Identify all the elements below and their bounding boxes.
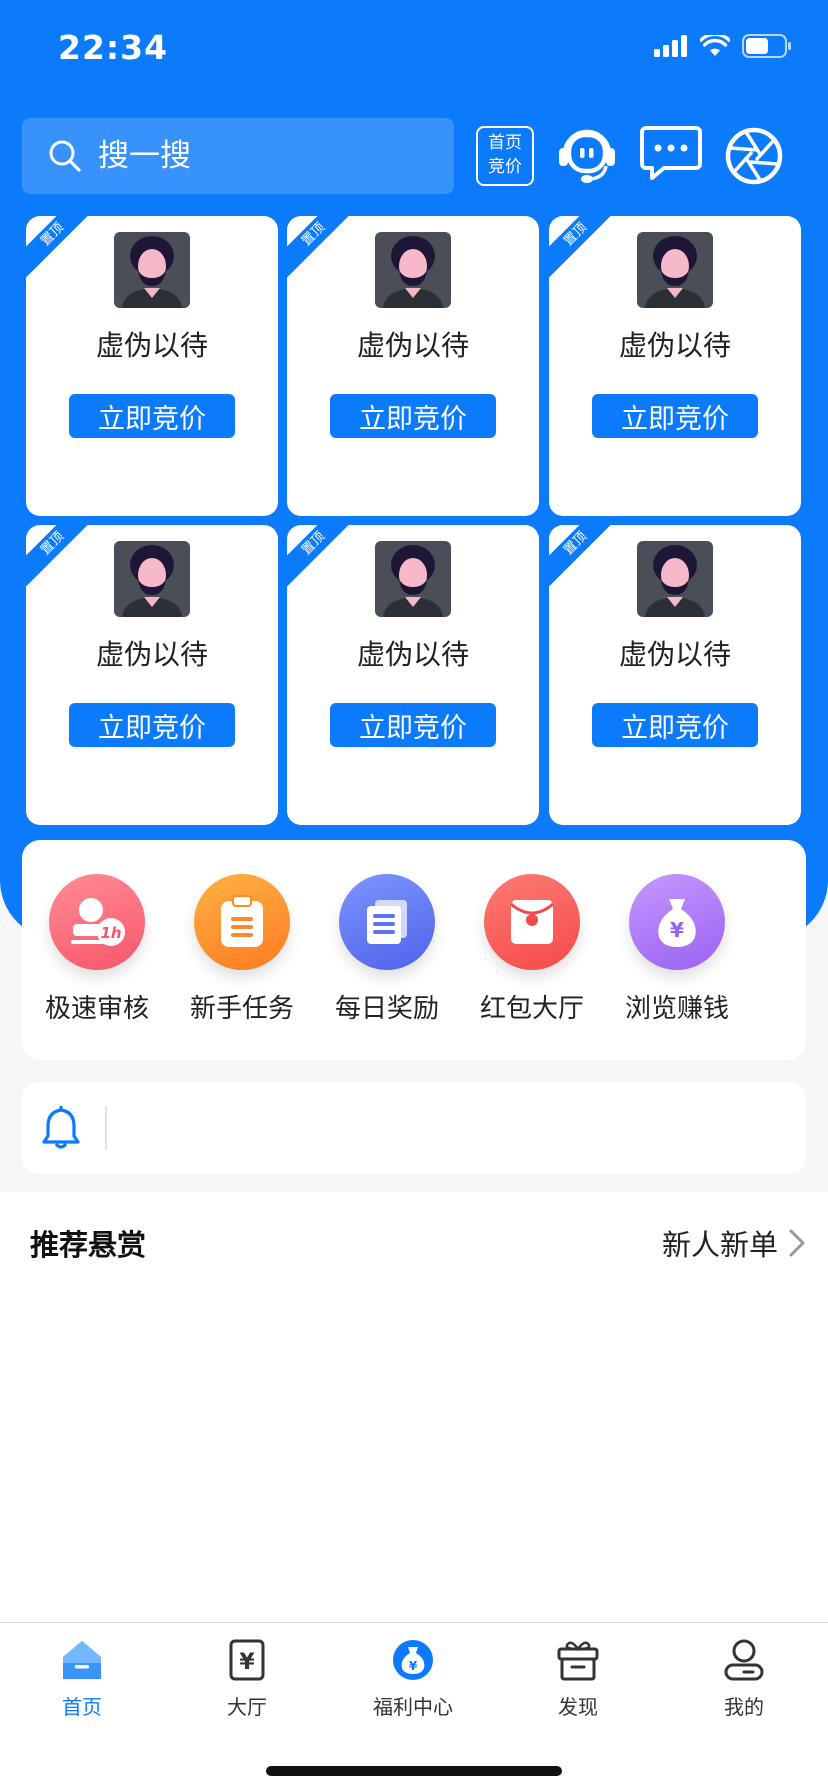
search-icon bbox=[49, 140, 81, 172]
battery-icon bbox=[742, 34, 791, 58]
user-icon bbox=[724, 1639, 764, 1681]
status-time: 22:34 bbox=[58, 28, 169, 67]
avatar bbox=[114, 232, 190, 308]
card-username: 虚伪以待 bbox=[95, 638, 208, 671]
new-user-orders-link[interactable]: 新人新单 bbox=[662, 1222, 806, 1264]
bid-card[interactable]: 置顶 虚伪以待 立即竞价 bbox=[26, 216, 278, 516]
card-username: 虚伪以待 bbox=[356, 638, 469, 671]
card-username: 虚伪以待 bbox=[618, 638, 731, 671]
svg-text:¥: ¥ bbox=[670, 918, 684, 942]
notice-divider bbox=[105, 1106, 107, 1150]
bid-now-button[interactable]: 立即竞价 bbox=[330, 394, 496, 438]
bid-badge-line2: 竞价 bbox=[488, 157, 522, 177]
reward-section: 推荐悬赏 新人新单 bbox=[0, 1192, 828, 1622]
bid-now-button[interactable]: 立即竞价 bbox=[592, 703, 758, 747]
svg-text:¥: ¥ bbox=[409, 1659, 418, 1673]
pinned-ribbon: 置顶 bbox=[26, 216, 100, 282]
notice-bar[interactable] bbox=[22, 1082, 806, 1174]
clipboard-icon bbox=[194, 874, 290, 970]
home-indicator bbox=[266, 1766, 562, 1776]
quick-item-label: 新手任务 bbox=[189, 994, 294, 1024]
search-input[interactable] bbox=[98, 138, 428, 174]
card-username: 虚伪以待 bbox=[618, 329, 731, 362]
yuan-tablet-icon: ¥ bbox=[229, 1639, 265, 1681]
tab-home[interactable]: 首页 bbox=[22, 1637, 142, 1720]
avatar bbox=[637, 541, 713, 617]
tab-label: 大厅 bbox=[227, 1695, 267, 1719]
tab-welfare-center[interactable]: ¥ 福利中心 bbox=[353, 1637, 473, 1720]
wifi-icon bbox=[700, 35, 730, 56]
quick-item-label: 浏览赚钱 bbox=[624, 994, 729, 1024]
bid-card[interactable]: 置顶 虚伪以待 立即竞价 bbox=[549, 525, 801, 825]
customer-service-icon[interactable] bbox=[556, 122, 618, 186]
bid-card[interactable]: 置顶 虚伪以待 立即竞价 bbox=[287, 216, 539, 516]
quick-item-label: 极速审核 bbox=[44, 994, 149, 1024]
svg-text:1h: 1h bbox=[100, 924, 121, 942]
pinned-ribbon: 置顶 bbox=[549, 525, 623, 591]
documents-icon bbox=[339, 874, 435, 970]
tab-label: 我的 bbox=[724, 1695, 764, 1719]
pinned-ribbon: 置顶 bbox=[287, 525, 361, 591]
quick-item-daily-reward[interactable]: 每日奖励 bbox=[312, 874, 462, 1025]
card-username: 虚伪以待 bbox=[356, 329, 469, 362]
tab-label: 首页 bbox=[62, 1695, 102, 1719]
search-bar[interactable] bbox=[22, 118, 454, 194]
bid-now-button[interactable]: 立即竞价 bbox=[69, 703, 235, 747]
pinned-ribbon: 置顶 bbox=[26, 525, 100, 591]
bid-card[interactable]: 置顶 虚伪以待 立即竞价 bbox=[549, 216, 801, 516]
tab-label: 发现 bbox=[558, 1695, 598, 1719]
quick-item-fast-review[interactable]: 1h 极速审核 bbox=[22, 874, 172, 1025]
avatar bbox=[637, 232, 713, 308]
status-icons bbox=[654, 34, 792, 58]
money-bag-icon: ¥ bbox=[629, 874, 725, 970]
new-user-orders-label: 新人新单 bbox=[661, 1228, 778, 1262]
stamp-1h-icon: 1h bbox=[49, 874, 145, 970]
tab-discover[interactable]: 发现 bbox=[518, 1637, 638, 1720]
bid-card[interactable]: 置顶 虚伪以待 立即竞价 bbox=[26, 525, 278, 825]
bid-now-button[interactable]: 立即竞价 bbox=[592, 394, 758, 438]
bid-now-button[interactable]: 立即竞价 bbox=[69, 394, 235, 438]
pinned-ribbon: 置顶 bbox=[287, 216, 361, 282]
reward-section-title: 推荐悬赏 bbox=[30, 1228, 147, 1262]
quick-item-newbie-task[interactable]: 新手任务 bbox=[167, 874, 317, 1025]
bid-card[interactable]: 置顶 虚伪以待 立即竞价 bbox=[287, 525, 539, 825]
svg-text:¥: ¥ bbox=[239, 1650, 255, 1675]
quick-item-red-envelope[interactable]: 红包大厅 bbox=[457, 874, 607, 1025]
cellular-signal-icon bbox=[654, 35, 687, 57]
card-username: 虚伪以待 bbox=[95, 329, 208, 362]
pinned-ribbon: 置顶 bbox=[549, 216, 623, 282]
quick-item-label: 红包大厅 bbox=[479, 994, 584, 1024]
gift-box-icon bbox=[557, 1641, 599, 1681]
bid-now-button[interactable]: 立即竞价 bbox=[330, 703, 496, 747]
chevron-right-icon bbox=[789, 1229, 805, 1257]
bell-icon bbox=[42, 1106, 80, 1149]
camera-aperture-icon[interactable] bbox=[724, 122, 784, 186]
quick-menu: 1h 极速审核 新手任务 每日奖励 红包大厅 ¥ 浏览赚钱 bbox=[22, 840, 806, 1060]
tab-label: 福利中心 bbox=[373, 1695, 453, 1719]
avatar bbox=[375, 541, 451, 617]
money-bag-icon: ¥ bbox=[393, 1640, 433, 1680]
tab-mine[interactable]: 我的 bbox=[684, 1637, 804, 1720]
bid-badge-line1: 首页 bbox=[488, 133, 522, 153]
message-icon[interactable] bbox=[640, 122, 702, 186]
quick-item-browse-earn[interactable]: ¥ 浏览赚钱 bbox=[602, 874, 752, 1025]
avatar bbox=[114, 541, 190, 617]
avatar bbox=[375, 232, 451, 308]
homepage-bid-button[interactable]: 首页 竞价 bbox=[476, 126, 534, 186]
red-envelope-icon bbox=[484, 874, 580, 970]
tab-hall[interactable]: ¥ 大厅 bbox=[187, 1637, 307, 1720]
home-icon bbox=[63, 1641, 101, 1679]
quick-item-label: 每日奖励 bbox=[334, 994, 439, 1024]
